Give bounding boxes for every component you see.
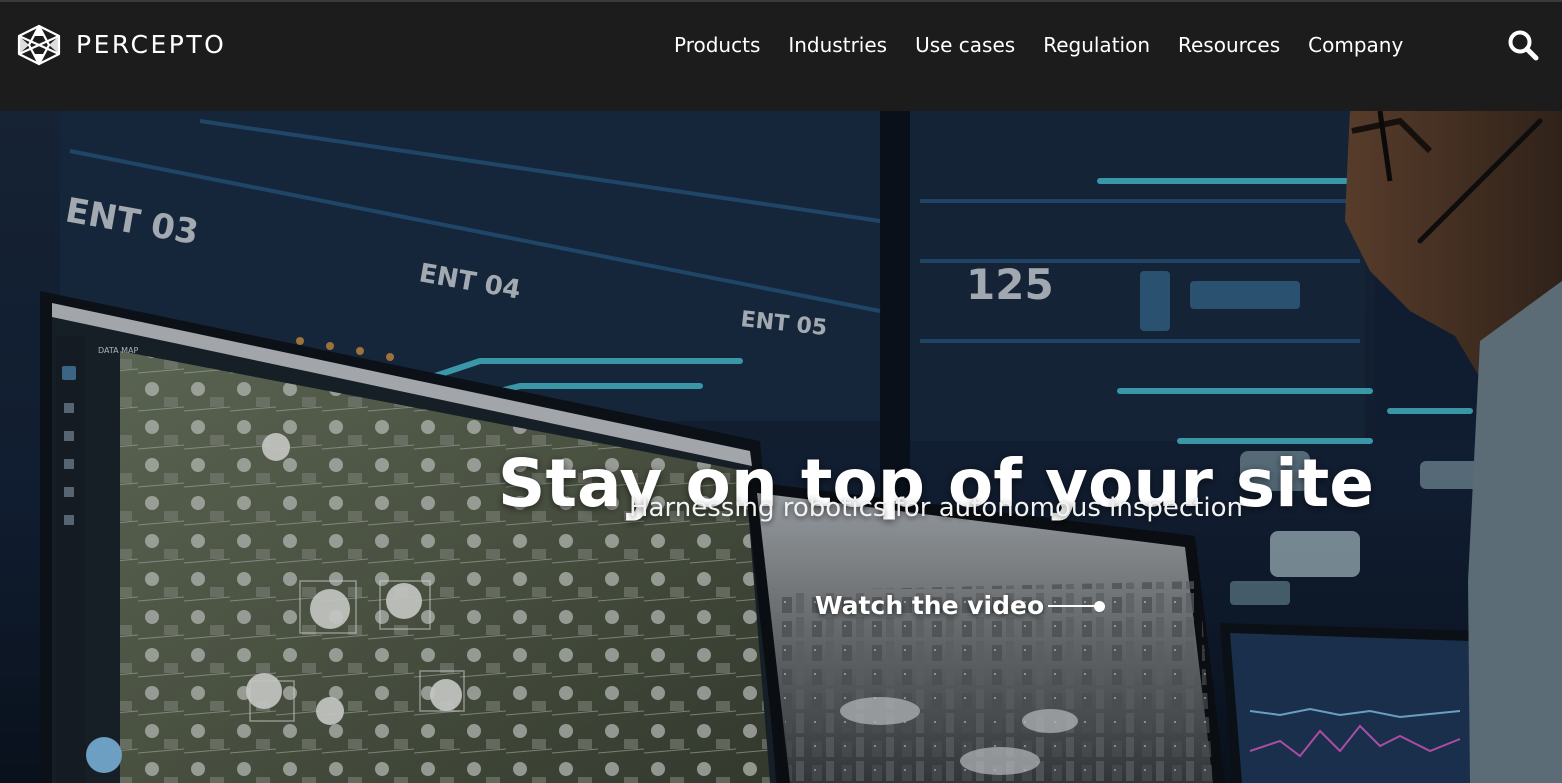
nav-resources[interactable]: Resources <box>1178 29 1280 61</box>
hero-section: ENT 03 ENT 04 ENT 05 125 <box>0 111 1562 783</box>
nav-industries[interactable]: Industries <box>788 29 887 61</box>
nav-regulation[interactable]: Regulation <box>1043 29 1150 61</box>
main-nav: Products Industries Use cases Regulation… <box>660 29 1417 61</box>
hero-subtitle: Harnessing robotics for autonomous inspe… <box>0 491 1562 525</box>
site-header: PERCEPTO Products Industries Use cases R… <box>0 0 1562 111</box>
arrow-line-icon <box>1048 605 1094 607</box>
search-button[interactable] <box>1506 28 1540 62</box>
watch-video-button[interactable]: Watch the video <box>815 587 1105 625</box>
nav-company[interactable]: Company <box>1308 29 1403 61</box>
search-icon <box>1506 28 1540 62</box>
percepto-star-logo-icon <box>16 24 62 66</box>
brand-name: PERCEPTO <box>76 25 226 65</box>
nav-use-cases[interactable]: Use cases <box>915 29 1015 61</box>
nav-products[interactable]: Products <box>674 29 760 61</box>
watch-video-label: Watch the video <box>815 587 1044 625</box>
brand-logo[interactable]: PERCEPTO <box>16 24 226 66</box>
arrow-dot-icon <box>1094 601 1105 612</box>
